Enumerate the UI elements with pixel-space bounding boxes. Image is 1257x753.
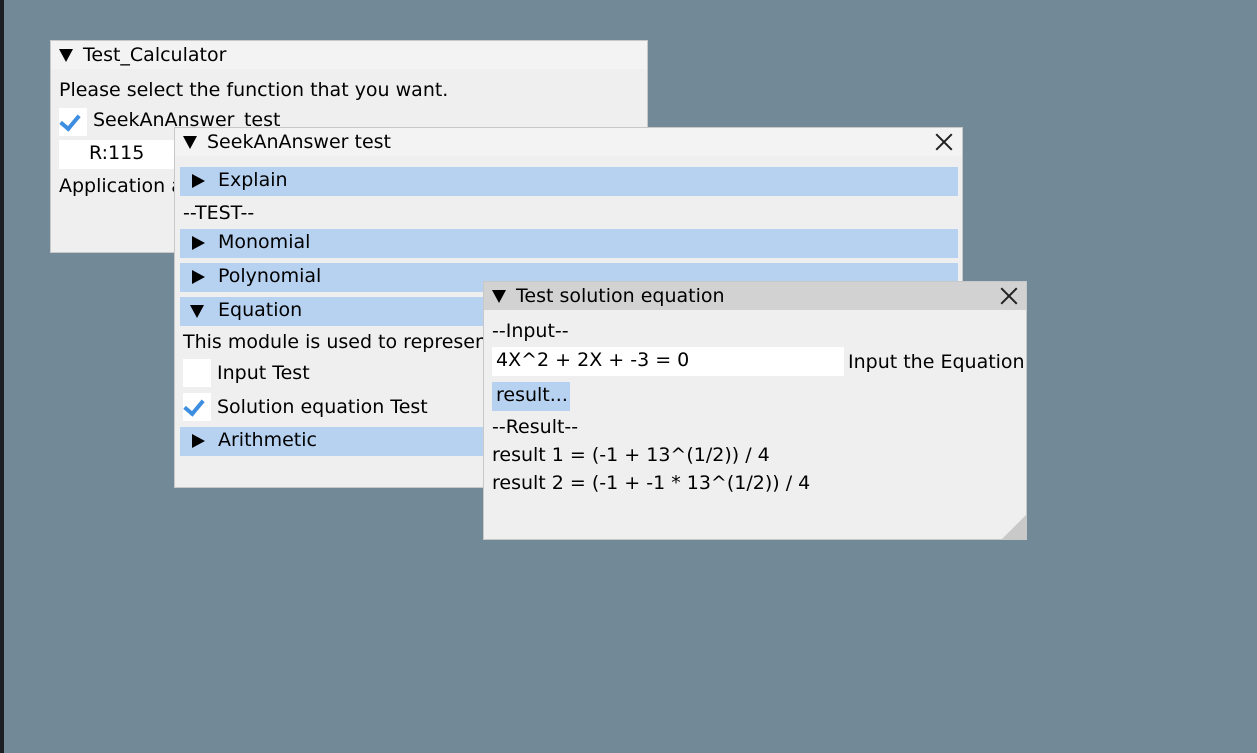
section-label: Equation — [218, 299, 303, 321]
result-button[interactable]: result... — [492, 382, 570, 411]
section-header-explain[interactable]: Explain — [180, 167, 958, 196]
collapse-triangle-icon[interactable] — [183, 136, 197, 149]
solution-title: Test solution equation — [516, 285, 725, 307]
equation-input[interactable]: 4X^2 + 2X + -3 = 0 — [492, 347, 844, 376]
result-button-label: result... — [496, 384, 568, 406]
seekananswer-checkbox[interactable] — [59, 108, 87, 136]
expand-triangle-icon — [192, 174, 205, 188]
collapse-triangle-icon[interactable] — [492, 290, 506, 303]
resize-grip-icon[interactable] — [1002, 515, 1026, 539]
equation-input-hint: Input the Equation — [848, 351, 1025, 373]
expand-triangle-icon — [192, 236, 205, 250]
calculator-field-value: R:115 — [89, 142, 145, 164]
result-line-2: result 2 = (-1 + -1 * 13^(1/2)) / 4 — [492, 472, 811, 494]
checkmark-icon — [183, 394, 205, 417]
calculator-prompt: Please select the function that you want… — [59, 79, 449, 101]
checkmark-icon — [59, 109, 81, 132]
section-label: Arithmetic — [218, 429, 317, 451]
section-label: Polynomial — [218, 265, 322, 287]
collapse-triangle-icon[interactable] — [59, 49, 73, 62]
collapse-triangle-icon — [190, 305, 204, 318]
test-divider-label: --TEST-- — [183, 202, 255, 224]
equation-input-value: 4X^2 + 2X + -3 = 0 — [496, 349, 690, 371]
section-header-monomial[interactable]: Monomial — [180, 229, 958, 258]
solution-titlebar[interactable]: Test solution equation — [484, 282, 1026, 310]
solution-window: Test solution equation --Input-- 4X^2 + … — [483, 281, 1027, 540]
calculator-title: Test_Calculator — [83, 44, 227, 66]
expand-triangle-icon — [192, 434, 205, 448]
solution-test-checkbox[interactable] — [183, 393, 211, 421]
close-icon[interactable] — [999, 286, 1019, 306]
seek-titlebar[interactable]: SeekAnAnswer test — [175, 128, 962, 156]
calculator-status-text: Application a — [59, 175, 183, 197]
expand-triangle-icon — [192, 270, 205, 284]
left-edge-strip — [0, 0, 4, 753]
input-test-checkbox[interactable] — [183, 359, 211, 387]
result-line-1: result 1 = (-1 + 13^(1/2)) / 4 — [492, 444, 770, 466]
input-section-label: --Input-- — [492, 320, 569, 342]
calculator-titlebar[interactable]: Test_Calculator — [51, 41, 647, 69]
section-label: Monomial — [218, 231, 311, 253]
equation-description: This module is used to represent — [183, 331, 495, 353]
result-section-label: --Result-- — [492, 416, 579, 438]
seek-title: SeekAnAnswer test — [207, 131, 391, 153]
section-label: Explain — [218, 169, 288, 191]
solution-test-label[interactable]: Solution equation Test — [217, 396, 428, 418]
input-test-label[interactable]: Input Test — [217, 362, 310, 384]
close-icon[interactable] — [934, 132, 954, 152]
